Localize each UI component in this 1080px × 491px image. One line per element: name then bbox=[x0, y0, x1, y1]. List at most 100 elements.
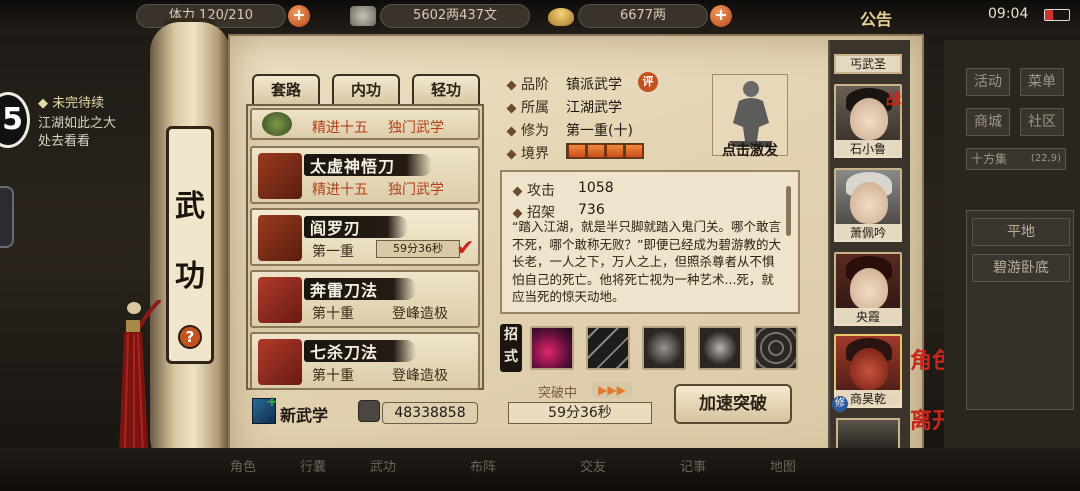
level-label: 修为 bbox=[506, 120, 549, 140]
breakthrough-timer-text: 59分36秒 bbox=[548, 405, 612, 421]
add-stamina-button[interactable]: + bbox=[288, 5, 310, 27]
progress-arrows-icon: ▶▶▶ bbox=[592, 382, 632, 398]
list-item[interactable]: 精进十五 独门武学 bbox=[250, 108, 480, 140]
tab-lightness[interactable]: 轻功 bbox=[412, 74, 480, 104]
skill-timer: 59分36秒 bbox=[376, 240, 460, 258]
nav-friends-label: 交友 bbox=[580, 460, 607, 475]
gold-ingot-icon bbox=[548, 8, 574, 26]
moves-label-char-1: 招 bbox=[504, 327, 518, 343]
skill-name-text: 太虚神悟刀 bbox=[310, 157, 396, 176]
belong-value: 江湖武学 bbox=[566, 97, 622, 117]
add-gold-button[interactable]: + bbox=[710, 5, 732, 27]
nav-friends[interactable]: 交友 bbox=[580, 456, 606, 475]
skill-sub-left-text: 精进十五 bbox=[312, 182, 368, 198]
skill-sub-left: 精进十五 bbox=[312, 179, 368, 199]
points-text: 48338858 bbox=[394, 405, 466, 421]
skill-sub-right-text: 登峰造极 bbox=[392, 306, 448, 322]
help-icon[interactable]: ? bbox=[178, 325, 202, 349]
grade-label-text: 品阶 bbox=[521, 77, 549, 93]
move-slot[interactable] bbox=[698, 326, 742, 370]
character-face bbox=[850, 268, 888, 310]
terrain-item[interactable]: 平地 bbox=[972, 218, 1070, 246]
skill-sub-left-text: 第十重 bbox=[312, 368, 354, 384]
tab-inner-power[interactable]: 内功 bbox=[332, 74, 400, 104]
nav-role[interactable]: 角色 bbox=[230, 456, 256, 475]
points-display: 48338858 bbox=[382, 402, 478, 424]
skill-sub-left-text: 精进十五 bbox=[312, 120, 368, 136]
move-slot[interactable] bbox=[586, 326, 630, 370]
nav-bag[interactable]: 行囊 bbox=[300, 456, 326, 475]
community-button[interactable]: 社区 bbox=[1020, 108, 1064, 136]
character-name-text: 萧佩吟 bbox=[849, 226, 886, 240]
list-item-selected[interactable]: 阎罗刃 第一重 59分36秒 ✔ bbox=[250, 208, 480, 266]
character-card[interactable]: 萧佩吟 bbox=[834, 168, 902, 242]
character-name: 丐武圣 bbox=[849, 57, 886, 71]
realm-segment bbox=[568, 144, 586, 158]
skill-sub-right-text: 独门武学 bbox=[388, 182, 444, 198]
move-slot[interactable] bbox=[642, 326, 686, 370]
skill-name: 七杀刀法 bbox=[310, 339, 378, 363]
quest-line-1-text: 江湖如此之大 bbox=[38, 116, 117, 131]
belong-value-text: 江湖武学 bbox=[566, 100, 622, 116]
grade-label: 品阶 bbox=[506, 74, 549, 94]
quest-badge[interactable]: 5 bbox=[0, 92, 30, 148]
room-item[interactable]: 碧游卧底 bbox=[972, 254, 1070, 282]
belong-label: 所属 bbox=[506, 97, 549, 117]
quest-line-1: 江湖如此之大 bbox=[38, 112, 116, 131]
moves-label-char-2: 式 bbox=[504, 349, 518, 365]
nav-journal[interactable]: 记事 bbox=[680, 456, 706, 475]
list-item[interactable]: 七杀刀法 第十重 登峰造极 bbox=[250, 332, 480, 390]
accelerate-breakthrough-button[interactable]: 加速突破 bbox=[674, 384, 792, 424]
list-item[interactable]: 太虚神悟刀 精进十五 独门武学 bbox=[250, 146, 480, 204]
side-handle[interactable] bbox=[0, 186, 14, 248]
announcement-button[interactable]: 公告 bbox=[860, 6, 892, 30]
nav-map[interactable]: 地图 bbox=[770, 456, 796, 475]
character-name: 央霞 bbox=[834, 308, 902, 326]
realm-label: 境界 bbox=[506, 143, 549, 163]
character-card[interactable] bbox=[836, 418, 900, 448]
skill-book-icon bbox=[258, 153, 302, 199]
tab-routines[interactable]: 套路 bbox=[252, 74, 320, 104]
move-slot[interactable] bbox=[754, 326, 798, 370]
nav-skills[interactable]: 武功 bbox=[370, 456, 396, 475]
evaluate-label: 评 bbox=[642, 75, 654, 88]
nav-formation-label: 布阵 bbox=[470, 460, 497, 475]
grade-value: 镇派武学 bbox=[566, 74, 622, 94]
skill-sub-right: 独门武学 bbox=[388, 179, 444, 199]
tab-inner-power-label: 内功 bbox=[350, 81, 381, 99]
skill-description[interactable]: 攻击 1058 招架 736 “踏入江湖，就是半只脚就踏入鬼门关。哪个敢言不死，… bbox=[500, 170, 800, 314]
nav-formation[interactable]: 布阵 bbox=[470, 456, 496, 475]
grade-value-text: 镇派武学 bbox=[566, 77, 622, 93]
nav-journal-label: 记事 bbox=[680, 460, 707, 475]
evaluate-button[interactable]: 评 bbox=[638, 72, 658, 92]
breakthrough-timer: 59分36秒 bbox=[508, 402, 652, 424]
cultivate-tag-text: 修 bbox=[835, 398, 845, 409]
location-code: (22,9) bbox=[1030, 153, 1061, 164]
moves-label: 招式 bbox=[500, 324, 522, 372]
menu-button[interactable]: 菜单 bbox=[1020, 68, 1064, 96]
tab-lightness-label: 轻功 bbox=[430, 81, 461, 99]
skill-sub-right-text: 独门武学 bbox=[388, 120, 444, 136]
character-name: 石小鲁 bbox=[834, 140, 902, 158]
list-item[interactable]: 奔雷刀法 第十重 登峰造极 bbox=[250, 270, 480, 328]
skill-name-text: 七杀刀法 bbox=[310, 343, 379, 362]
character-card[interactable]: 央霞 bbox=[834, 252, 902, 326]
activity-button[interactable]: 活动 bbox=[966, 68, 1010, 96]
realm-segment bbox=[606, 144, 624, 158]
shop-button[interactable]: 商城 bbox=[966, 108, 1010, 136]
character-card[interactable]: 丐武圣 bbox=[834, 54, 902, 74]
accelerate-breakthrough-label: 加速突破 bbox=[699, 394, 767, 414]
new-skill-button[interactable]: 新武学 bbox=[280, 402, 328, 426]
character-name-text: 石小鲁 bbox=[849, 142, 886, 156]
skill-timer-text: 59分36秒 bbox=[393, 242, 443, 255]
breakthrough-status-text: 突破中 bbox=[538, 386, 578, 401]
move-slot[interactable] bbox=[530, 326, 574, 370]
description-scrollbar[interactable] bbox=[786, 186, 791, 236]
game-screen: 体力 120/210 + 5602两437文 6677两 + 公告 09:04 … bbox=[0, 0, 1080, 491]
gold-text: 6677两 bbox=[619, 8, 667, 23]
skill-name-text: 阎罗刃 bbox=[310, 219, 362, 238]
scroll-title-char-1: 武 bbox=[175, 189, 205, 224]
realm-segment bbox=[587, 144, 605, 158]
level-value-text: 第一重(十) bbox=[566, 123, 633, 139]
skill-book-icon bbox=[258, 215, 302, 261]
